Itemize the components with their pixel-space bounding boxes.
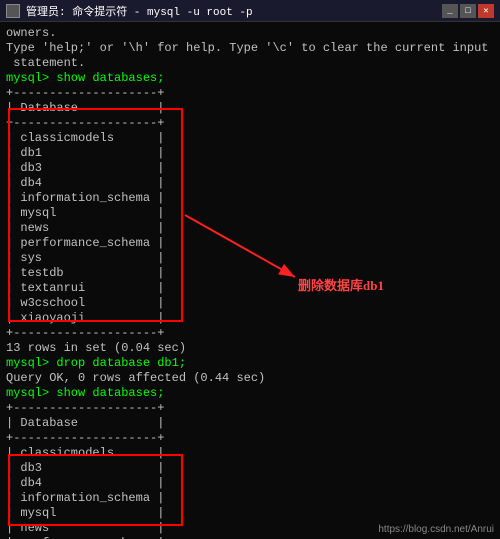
terminal-line: | news | (6, 221, 494, 236)
terminal-line: | xiaoyaoji | (6, 311, 494, 326)
terminal-line: 13 rows in set (0.04 sec) (6, 341, 494, 356)
terminal-line: statement. (6, 56, 494, 71)
terminal-line: | classicmodels | (6, 131, 494, 146)
terminal-line: | Database | (6, 416, 494, 431)
terminal-line: | db3 | (6, 461, 494, 476)
terminal-line: | Database | (6, 101, 494, 116)
terminal-line: mysql> show databases; (6, 386, 494, 401)
terminal-line: | db1 | (6, 146, 494, 161)
terminal-line: | textanrui | (6, 281, 494, 296)
title-bar: 管理员: 命令提示符 - mysql -u root -p _ □ ✕ (0, 0, 500, 22)
terminal-line: owners. (6, 26, 494, 41)
terminal: owners.Type 'help;' or '\h' for help. Ty… (0, 22, 500, 539)
terminal-line: | db4 | (6, 176, 494, 191)
terminal-line: | mysql | (6, 506, 494, 521)
terminal-line: Type 'help;' or '\h' for help. Type '\c'… (6, 41, 494, 56)
terminal-line: | information_schema | (6, 191, 494, 206)
terminal-line: +--------------------+ (6, 431, 494, 446)
title-bar-buttons: _ □ ✕ (442, 4, 494, 18)
terminal-line: +--------------------+ (6, 86, 494, 101)
cmd-icon (6, 4, 20, 18)
terminal-line: | testdb | (6, 266, 494, 281)
maximize-button[interactable]: □ (460, 4, 476, 18)
terminal-line: +--------------------+ (6, 326, 494, 341)
terminal-line: | db3 | (6, 161, 494, 176)
terminal-line: | sys | (6, 251, 494, 266)
watermark: https://blog.csdn.net/Anrui (378, 524, 494, 535)
close-button[interactable]: ✕ (478, 4, 494, 18)
terminal-line: +--------------------+ (6, 401, 494, 416)
terminal-line: | classicmodels | (6, 446, 494, 461)
terminal-line: +--------------------+ (6, 116, 494, 131)
title-bar-text: 管理员: 命令提示符 - mysql -u root -p (26, 3, 253, 19)
minimize-button[interactable]: _ (442, 4, 458, 18)
terminal-line: | performance_schema | (6, 236, 494, 251)
terminal-line: mysql> drop database db1; (6, 356, 494, 371)
title-bar-left: 管理员: 命令提示符 - mysql -u root -p (6, 3, 253, 19)
terminal-line: | information_schema | (6, 491, 494, 506)
terminal-line: Query OK, 0 rows affected (0.44 sec) (6, 371, 494, 386)
terminal-line: | db4 | (6, 476, 494, 491)
terminal-line: mysql> show databases; (6, 71, 494, 86)
terminal-line: | mysql | (6, 206, 494, 221)
terminal-line: | w3cschool | (6, 296, 494, 311)
